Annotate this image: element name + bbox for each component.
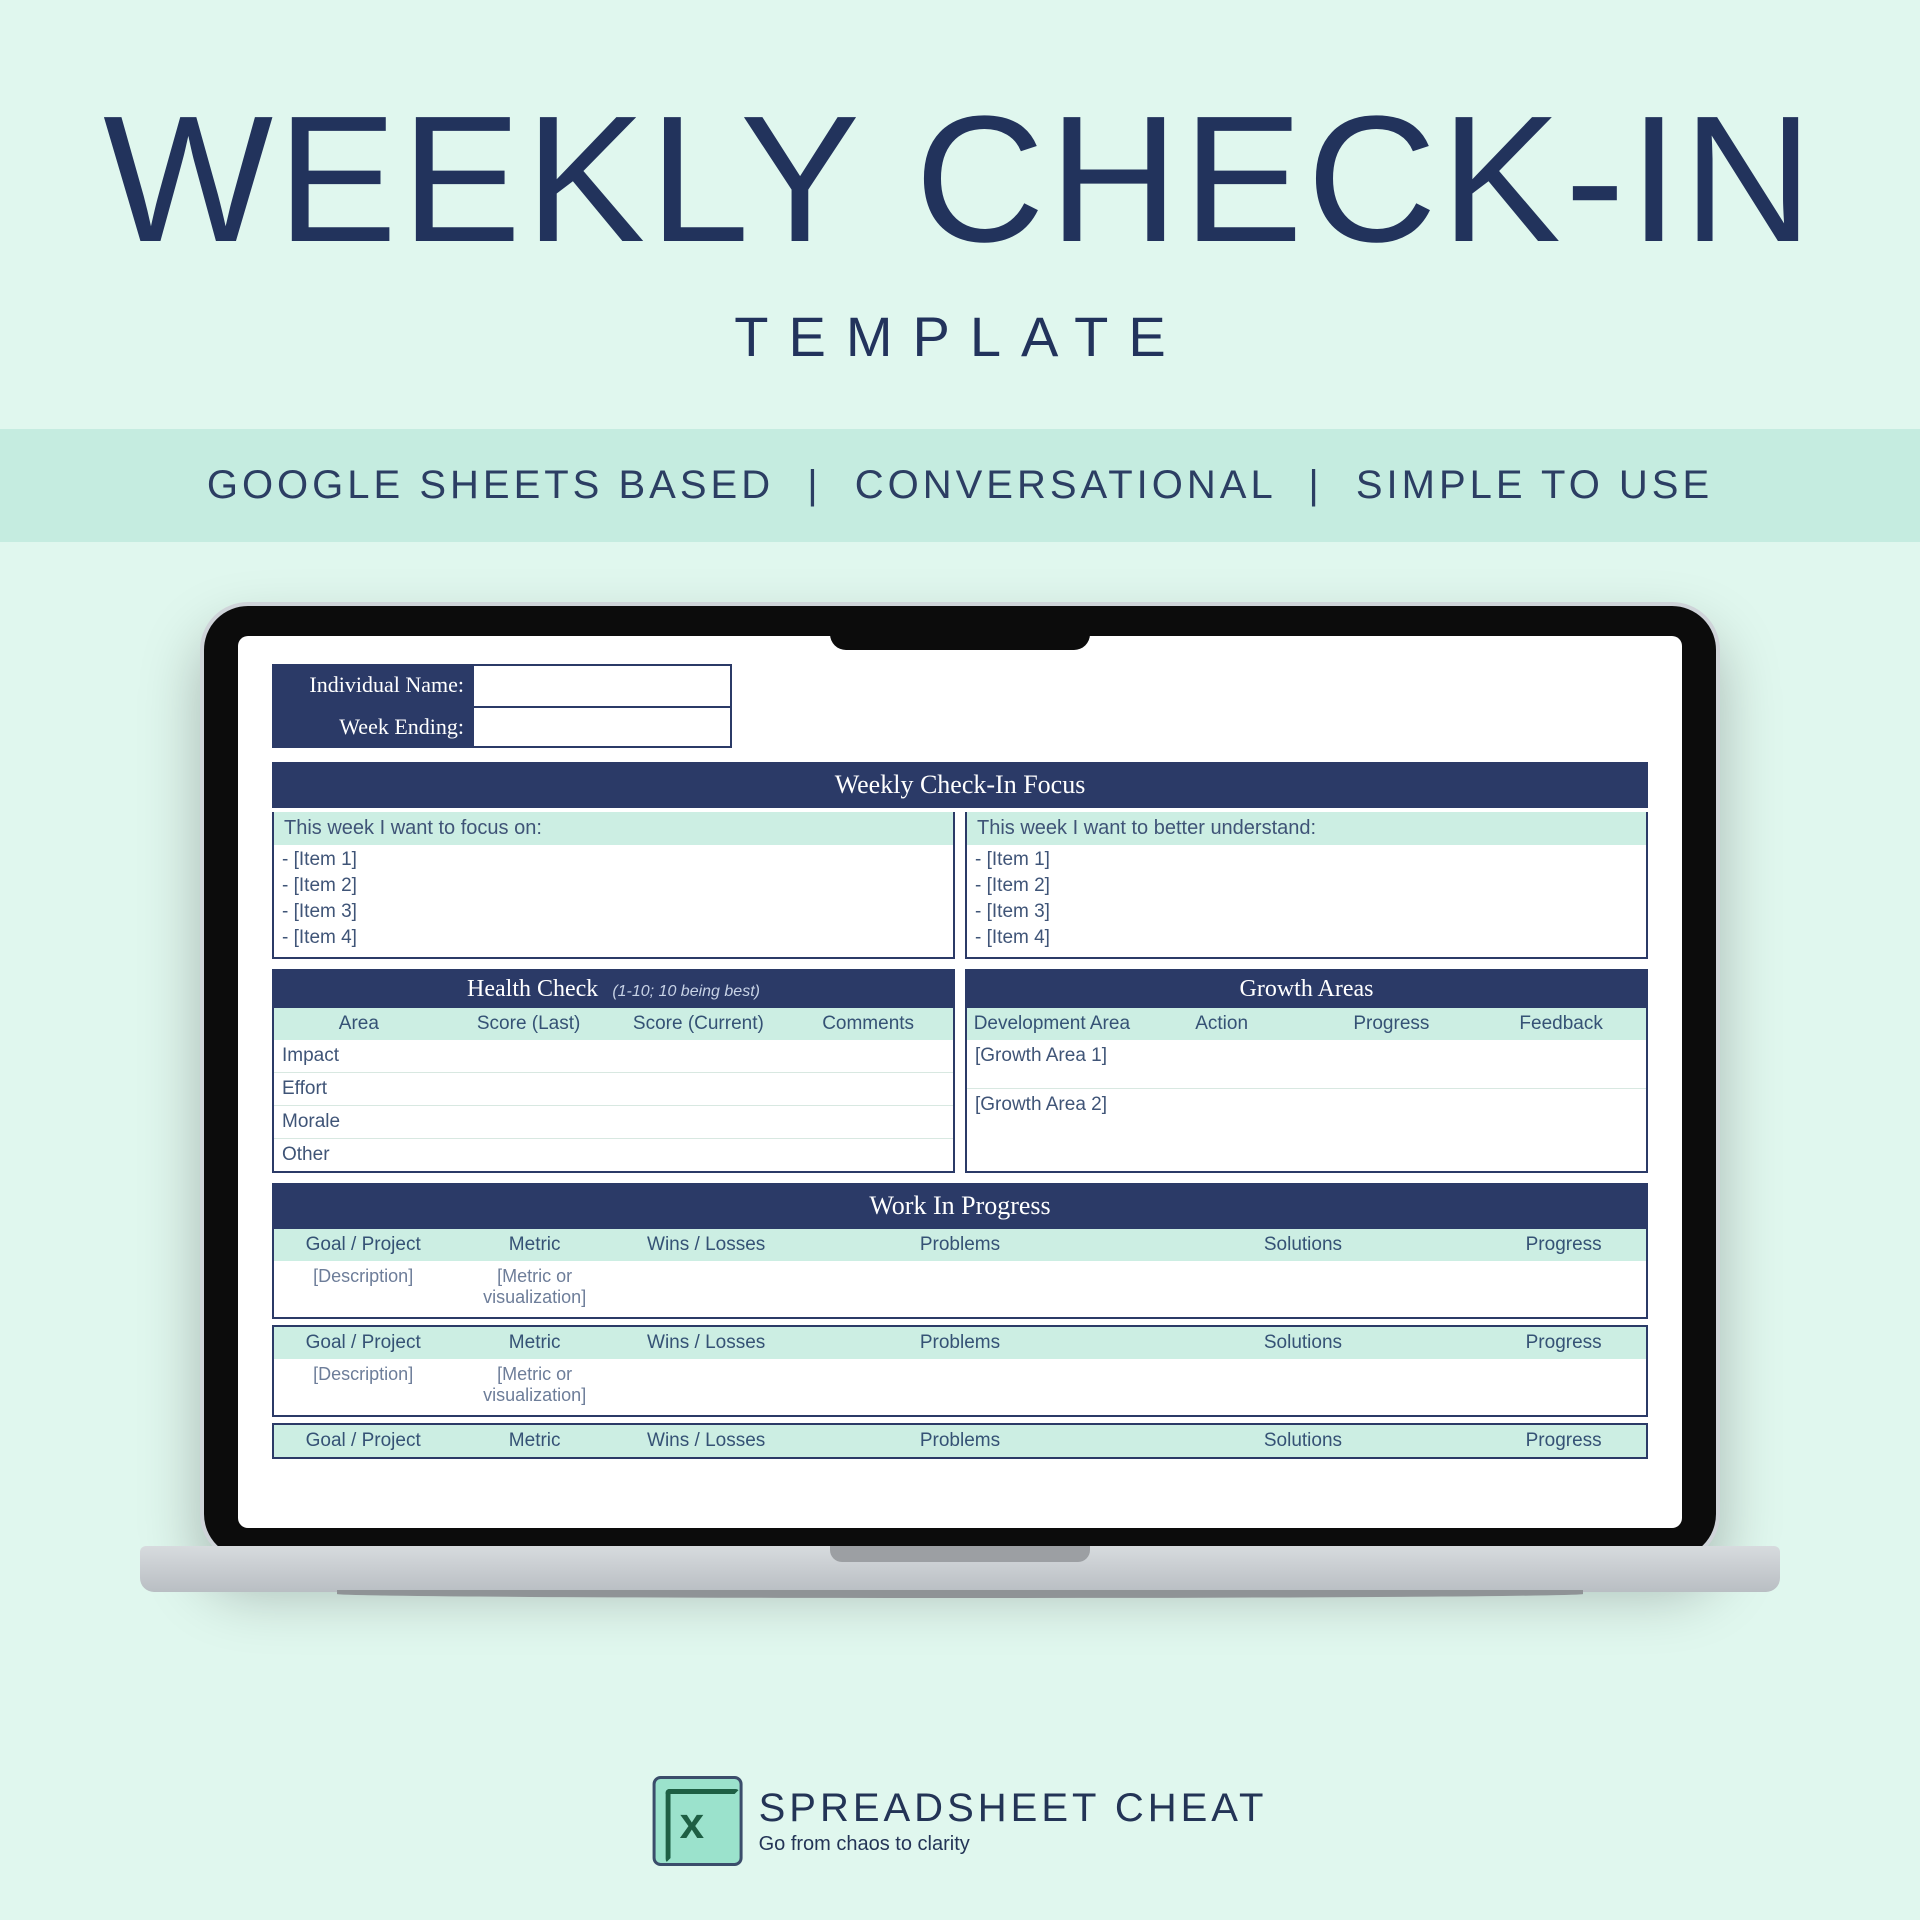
list-item: - [Item 4] (282, 925, 945, 951)
list-item: - [Item 3] (282, 899, 945, 925)
separator-icon: | (807, 463, 821, 507)
health-header-row: Area Score (Last) Score (Current) Commen… (274, 1008, 953, 1040)
spreadsheet-screen: Individual Name: Week Ending: Weekly Che… (238, 636, 1682, 1528)
list-item: - [Item 1] (282, 847, 945, 873)
focus-right-body[interactable]: - [Item 1] - [Item 2] - [Item 3] - [Item… (967, 845, 1646, 957)
health-growth-row: Health Check (1-10; 10 being best) Area … (272, 969, 1648, 1173)
focus-left-body[interactable]: - [Item 1] - [Item 2] - [Item 3] - [Item… (274, 845, 953, 957)
focus-columns: This week I want to focus on: - [Item 1]… (272, 812, 1648, 959)
table-row[interactable]: Effort (274, 1072, 953, 1105)
name-label: Individual Name: (274, 666, 474, 706)
name-input[interactable] (474, 666, 730, 706)
section-health-title: Health Check (1-10; 10 being best) (274, 971, 953, 1008)
feature-bar: GOOGLE SHEETS BASED | CONVERSATIONAL | S… (0, 429, 1920, 542)
section-focus-title: Weekly Check-In Focus (272, 762, 1648, 808)
laptop-foot (337, 1590, 1583, 1598)
list-item: - [Item 2] (282, 873, 945, 899)
health-subtitle: (1-10; 10 being best) (612, 983, 760, 1000)
section-growth-title: Growth Areas (967, 971, 1646, 1008)
focus-right-heading: This week I want to better understand: (967, 812, 1646, 845)
laptop-mockup: Individual Name: Week Ending: Weekly Che… (140, 602, 1780, 1622)
week-input[interactable] (474, 708, 730, 746)
laptop-notch (830, 610, 1090, 650)
list-item: - [Item 2] (975, 873, 1638, 899)
spreadsheet-logo-icon: x (653, 1776, 743, 1866)
feature-item: CONVERSATIONAL (855, 463, 1276, 507)
wip-block: Goal / Project Metric Wins / Losses Prob… (272, 1229, 1648, 1319)
separator-icon: | (1308, 463, 1322, 507)
table-row[interactable]: Other (274, 1138, 953, 1171)
table-row[interactable]: [Description] [Metric or visualization] (274, 1359, 1646, 1415)
table-row[interactable]: [Growth Area 1] (967, 1040, 1646, 1088)
list-item: - [Item 4] (975, 925, 1638, 951)
feature-item: SIMPLE TO USE (1356, 463, 1713, 507)
page-title: WEEKLY CHECK-IN (0, 90, 1920, 270)
table-row[interactable]: [Growth Area 2] (967, 1088, 1646, 1136)
brand-tagline: Go from chaos to clarity (759, 1833, 1268, 1856)
brand-name: SPREADSHEET CHEAT (759, 1786, 1268, 1831)
table-row[interactable]: Impact (274, 1040, 953, 1072)
page-subtitle: TEMPLATE (0, 304, 1920, 369)
list-item: - [Item 1] (975, 847, 1638, 873)
feature-item: GOOGLE SHEETS BASED (207, 463, 774, 507)
growth-header-row: Development Area Action Progress Feedbac… (967, 1008, 1646, 1040)
focus-left-heading: This week I want to focus on: (274, 812, 953, 845)
identity-fields: Individual Name: Week Ending: (272, 664, 732, 748)
table-row[interactable]: Morale (274, 1105, 953, 1138)
footer-brand: x SPREADSHEET CHEAT Go from chaos to cla… (653, 1776, 1268, 1866)
week-label: Week Ending: (274, 708, 474, 746)
list-item: - [Item 3] (975, 899, 1638, 925)
hero: WEEKLY CHECK-IN TEMPLATE (0, 0, 1920, 369)
laptop-base (140, 1546, 1780, 1592)
wip-block: Goal / Project Metric Wins / Losses Prob… (272, 1325, 1648, 1417)
wip-block: Goal / Project Metric Wins / Losses Prob… (272, 1423, 1648, 1459)
table-row[interactable]: [Description] [Metric or visualization] (274, 1261, 1646, 1317)
section-wip-title: Work In Progress (272, 1183, 1648, 1229)
